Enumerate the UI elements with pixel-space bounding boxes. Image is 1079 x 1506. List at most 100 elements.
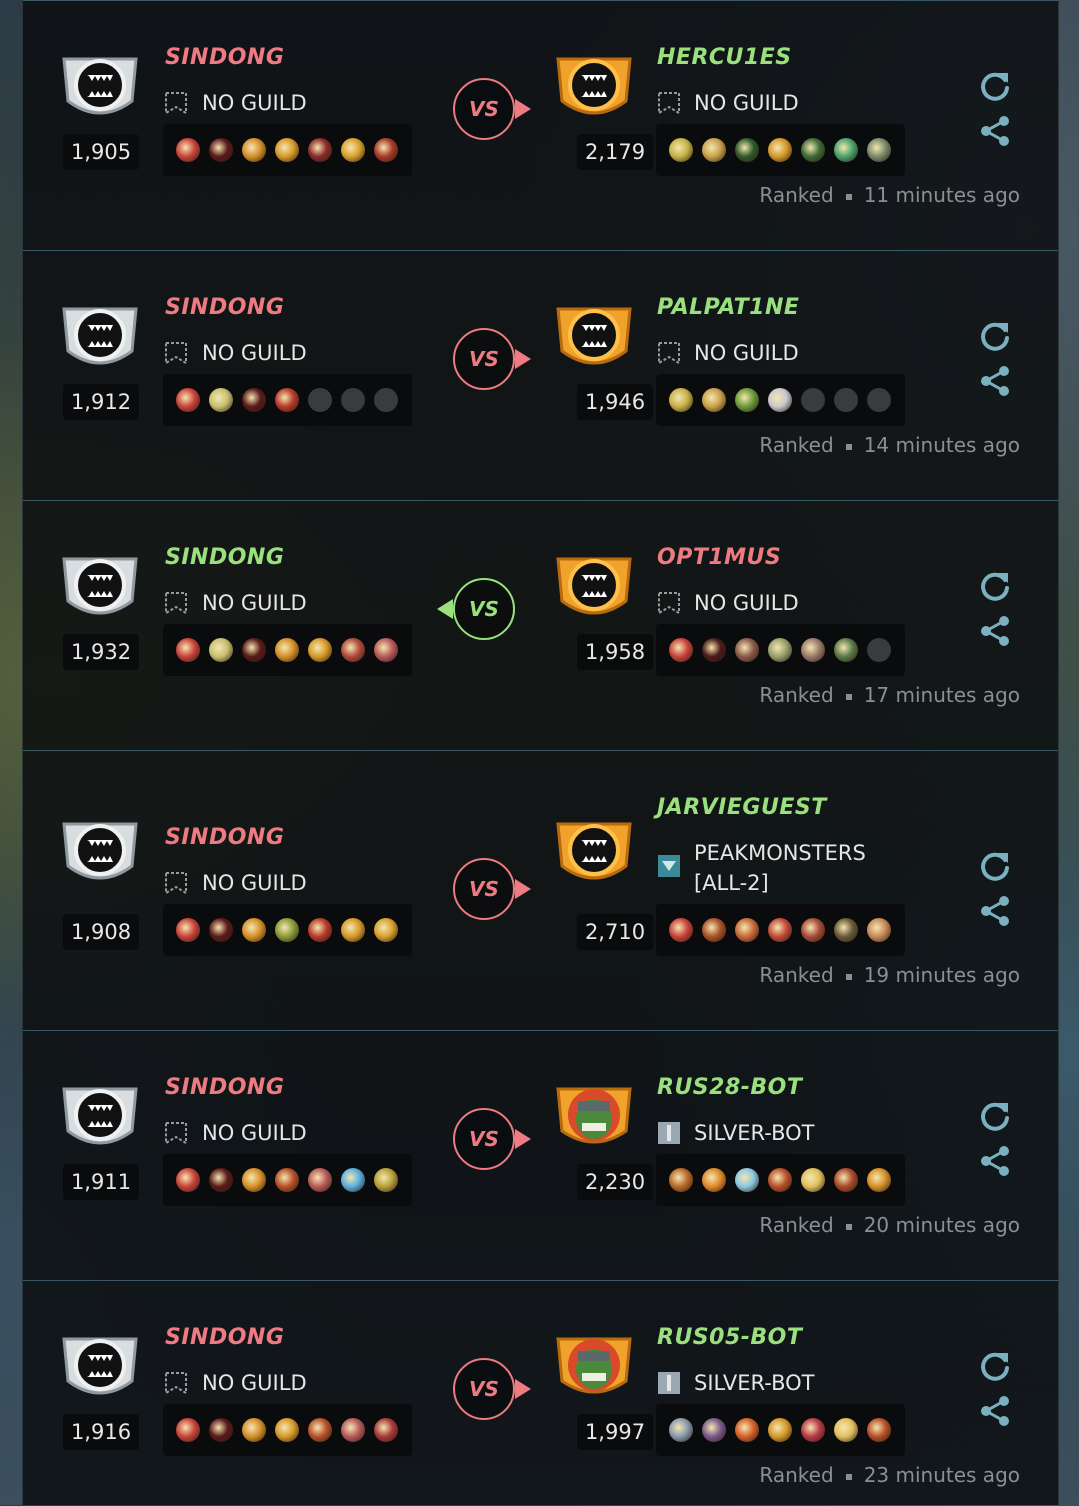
card-icon[interactable]: [801, 638, 825, 662]
card-icon[interactable]: [341, 138, 365, 162]
card-icon[interactable]: [735, 138, 759, 162]
player-name[interactable]: SINDONG: [165, 545, 284, 570]
share-icon[interactable]: [978, 894, 1012, 928]
card-icon[interactable]: [867, 918, 891, 942]
share-icon[interactable]: [978, 1394, 1012, 1428]
opponent-team[interactable]: [656, 1154, 905, 1206]
opponent-guild[interactable]: NO GUILD: [694, 338, 799, 368]
card-icon[interactable]: [702, 138, 726, 162]
player-team[interactable]: [163, 1154, 412, 1206]
share-icon[interactable]: [978, 614, 1012, 648]
player-name[interactable]: SINDONG: [165, 1075, 284, 1100]
card-icon[interactable]: [176, 1168, 200, 1192]
card-icon[interactable]: [702, 1418, 726, 1442]
opponent-guild[interactable]: SILVER-BOT: [694, 1118, 815, 1148]
card-icon[interactable]: [341, 1418, 365, 1442]
card-icon[interactable]: [669, 138, 693, 162]
card-icon[interactable]: [308, 918, 332, 942]
card-icon[interactable]: [768, 1168, 792, 1192]
card-icon[interactable]: [702, 918, 726, 942]
card-icon[interactable]: [176, 138, 200, 162]
card-icon[interactable]: [801, 918, 825, 942]
card-icon[interactable]: [341, 918, 365, 942]
card-icon[interactable]: [275, 388, 299, 412]
card-icon[interactable]: [768, 388, 792, 412]
card-icon[interactable]: [702, 638, 726, 662]
card-icon[interactable]: [176, 1418, 200, 1442]
card-icon[interactable]: [341, 638, 365, 662]
card-icon[interactable]: [209, 638, 233, 662]
opponent-team[interactable]: [656, 904, 905, 956]
card-icon[interactable]: [275, 638, 299, 662]
card-icon[interactable]: [242, 1168, 266, 1192]
card-icon[interactable]: [834, 638, 858, 662]
player-team[interactable]: [163, 904, 412, 956]
refresh-icon[interactable]: [978, 1099, 1012, 1133]
opponent-team[interactable]: [656, 624, 905, 676]
player-guild[interactable]: NO GUILD: [202, 1368, 307, 1398]
opponent-guild[interactable]: NO GUILD: [694, 588, 799, 618]
player-team[interactable]: [163, 124, 412, 176]
player-guild[interactable]: NO GUILD: [202, 868, 307, 898]
card-icon[interactable]: [834, 918, 858, 942]
share-icon[interactable]: [978, 114, 1012, 148]
player-guild[interactable]: NO GUILD: [202, 338, 307, 368]
card-icon[interactable]: [176, 388, 200, 412]
card-icon[interactable]: [768, 638, 792, 662]
card-icon[interactable]: [209, 1418, 233, 1442]
card-icon[interactable]: [867, 138, 891, 162]
card-icon[interactable]: [374, 1418, 398, 1442]
card-icon[interactable]: [768, 138, 792, 162]
share-icon[interactable]: [978, 1144, 1012, 1178]
player-name[interactable]: SINDONG: [165, 45, 284, 70]
card-icon[interactable]: [669, 388, 693, 412]
card-icon[interactable]: [308, 138, 332, 162]
card-icon[interactable]: [735, 1418, 759, 1442]
card-icon[interactable]: [702, 388, 726, 412]
card-icon[interactable]: [702, 1168, 726, 1192]
opponent-guild[interactable]: PEAKMONSTERS: [694, 838, 866, 868]
opponent-guild-tag[interactable]: [ALL-2]: [694, 868, 769, 898]
card-icon[interactable]: [275, 138, 299, 162]
card-icon[interactable]: [801, 1418, 825, 1442]
card-icon[interactable]: [374, 138, 398, 162]
refresh-icon[interactable]: [978, 569, 1012, 603]
opponent-team[interactable]: [656, 1404, 905, 1456]
player-guild[interactable]: NO GUILD: [202, 88, 307, 118]
card-icon[interactable]: [275, 918, 299, 942]
share-icon[interactable]: [978, 364, 1012, 398]
refresh-icon[interactable]: [978, 849, 1012, 883]
card-icon[interactable]: [242, 918, 266, 942]
card-icon[interactable]: [209, 138, 233, 162]
card-icon[interactable]: [669, 638, 693, 662]
player-team[interactable]: [163, 1404, 412, 1456]
card-icon[interactable]: [801, 1168, 825, 1192]
player-team[interactable]: [163, 624, 412, 676]
card-icon[interactable]: [275, 1418, 299, 1442]
card-icon[interactable]: [275, 1168, 299, 1192]
card-icon[interactable]: [735, 1168, 759, 1192]
card-icon[interactable]: [735, 388, 759, 412]
card-icon[interactable]: [867, 1418, 891, 1442]
player-team[interactable]: [163, 374, 412, 426]
card-icon[interactable]: [374, 1168, 398, 1192]
card-icon[interactable]: [209, 1168, 233, 1192]
card-icon[interactable]: [308, 638, 332, 662]
card-icon[interactable]: [374, 918, 398, 942]
opponent-name[interactable]: HERCU1ES: [657, 45, 792, 70]
card-icon[interactable]: [768, 918, 792, 942]
opponent-name[interactable]: RUS28-BOT: [657, 1075, 802, 1100]
opponent-name[interactable]: RUS05-BOT: [657, 1325, 802, 1350]
card-icon[interactable]: [209, 918, 233, 942]
opponent-name[interactable]: OPT1MUS: [657, 545, 781, 570]
refresh-icon[interactable]: [978, 69, 1012, 103]
opponent-name[interactable]: JARVIEGUEST: [657, 795, 827, 820]
card-icon[interactable]: [801, 138, 825, 162]
card-icon[interactable]: [834, 1168, 858, 1192]
refresh-icon[interactable]: [978, 319, 1012, 353]
card-icon[interactable]: [176, 918, 200, 942]
card-icon[interactable]: [341, 1168, 365, 1192]
player-name[interactable]: SINDONG: [165, 825, 284, 850]
card-icon[interactable]: [669, 1168, 693, 1192]
player-guild[interactable]: NO GUILD: [202, 588, 307, 618]
